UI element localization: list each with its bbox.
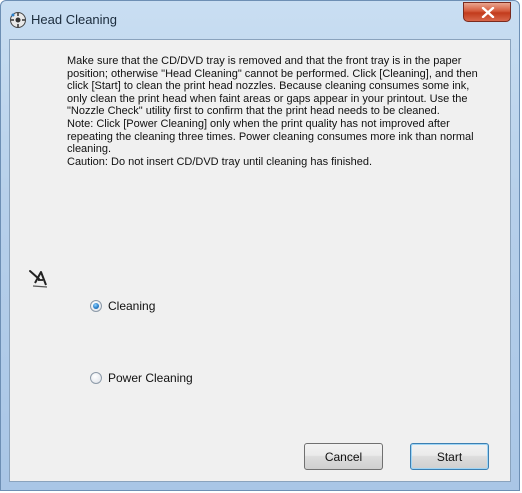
cleaning-option[interactable]: Cleaning <box>90 298 155 314</box>
power-cleaning-label[interactable]: Power Cleaning <box>108 371 193 385</box>
cancel-button[interactable]: Cancel <box>304 443 383 470</box>
close-button[interactable] <box>463 2 511 22</box>
note-text: Note: Click [Power Cleaning] only when t… <box>67 117 474 156</box>
cleaning-label[interactable]: Cleaning <box>108 299 155 313</box>
instructions-text: Make sure that the CD/DVD tray is remove… <box>67 55 487 168</box>
power-cleaning-radio[interactable] <box>90 372 102 384</box>
caution-text: Caution: Do not insert CD/DVD tray until… <box>67 155 373 168</box>
printer-head-icon <box>10 12 26 28</box>
cleaning-radio[interactable] <box>90 300 102 312</box>
title-bar[interactable]: Head Cleaning <box>1 1 519 39</box>
window-title: Head Cleaning <box>31 12 118 27</box>
close-icon <box>481 7 495 18</box>
head-cleaning-dialog: Head Cleaning Make sure that the CD/DVD … <box>0 0 520 491</box>
power-cleaning-option[interactable]: Power Cleaning <box>90 370 193 386</box>
print-head-icon <box>29 270 48 288</box>
start-button[interactable]: Start <box>410 443 489 470</box>
instructions-paragraph: Make sure that the CD/DVD tray is remove… <box>67 55 478 118</box>
dialog-body: Make sure that the CD/DVD tray is remove… <box>9 39 511 482</box>
